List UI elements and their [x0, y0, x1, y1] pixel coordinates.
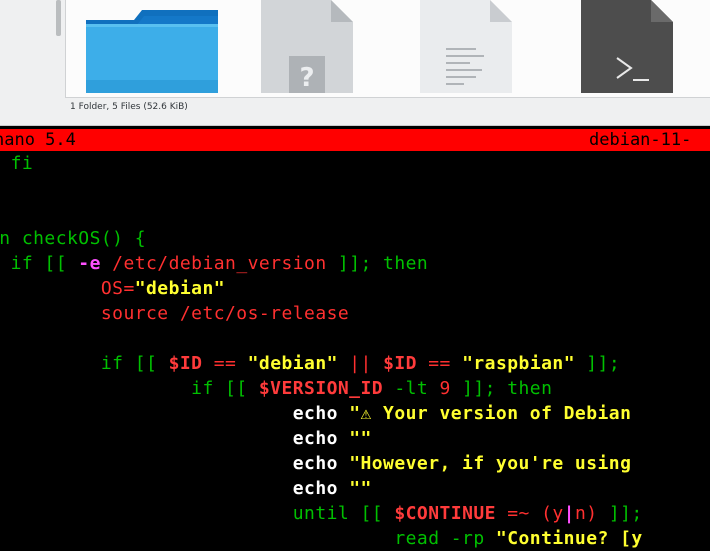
code-token: ]]; then: [450, 378, 553, 399]
code-token: OS=: [0, 278, 135, 299]
code-token: |: [563, 503, 575, 524]
code-line: source /etc/os-release: [0, 301, 349, 326]
code-token: if [[: [0, 353, 169, 374]
file-item[interactable]: [581, 0, 673, 93]
code-token: $ID: [383, 353, 417, 374]
code-token: source /etc/os-release: [0, 303, 350, 324]
code-token: "debian": [134, 278, 226, 299]
code-token: on checkOS() {: [0, 228, 147, 249]
code-token: ]];: [608, 503, 643, 524]
svg-text:?: ?: [299, 63, 314, 93]
status-bar-text: 1 Folder, 5 Files (52.6 KiB): [70, 102, 188, 112]
code-token: "However, if you're using: [337, 453, 632, 474]
code-token: /etc/debian_version: [100, 253, 338, 274]
code-token: ==: [416, 353, 463, 374]
code-token: "": [337, 478, 372, 499]
file-manager-window: ? 1 Folder, 5 Files (52.6 KiB): [0, 0, 710, 126]
code-token: ==: [202, 353, 248, 374]
code-token: echo: [292, 403, 338, 424]
code-token: echo: [292, 428, 338, 449]
code-token: $ID: [168, 353, 203, 374]
nano-version: nano 5.4: [0, 130, 76, 150]
code-token: ]]; then: [337, 253, 429, 274]
code-token: $CONTINUE: [394, 503, 496, 524]
code-line: echo "": [0, 426, 372, 451]
folder-item[interactable]: [86, 0, 218, 93]
code-token: echo: [292, 478, 338, 499]
terminal-script-icon: [581, 0, 673, 93]
code-token: 9: [439, 378, 451, 399]
code-line: if [[ -e /etc/debian_version ]]; then: [0, 251, 428, 276]
file-item[interactable]: ?: [261, 0, 353, 93]
code-token: "debian": [247, 353, 338, 374]
code-token: if [[: [0, 378, 259, 399]
code-token: "Continue? [y: [495, 528, 643, 549]
code-line: OS="debian": [0, 276, 225, 301]
code-token: read -rp: [0, 528, 496, 549]
terminal-nano-editor[interactable]: nano 5.4 debian-11- fi on checkOS() { if …: [0, 129, 710, 549]
code-token: fi: [10, 153, 34, 174]
code-token: until [[: [0, 503, 395, 524]
unknown-file-icon: ?: [261, 0, 353, 93]
code-token: "⚠ Your version of Debian: [337, 403, 632, 424]
scrollbar-handle[interactable]: [56, 0, 61, 36]
code-token: "": [337, 428, 372, 449]
code-token: -lt: [383, 378, 440, 399]
code-line: fi: [0, 151, 33, 176]
folder-icon: [86, 0, 218, 93]
file-item[interactable]: [420, 0, 512, 93]
code-token: "raspbian": [462, 353, 575, 374]
code-line: echo "⚠ Your version of Debian: [0, 401, 631, 426]
code-token: if [[: [10, 253, 68, 274]
code-token: ]];: [574, 353, 621, 374]
text-file-icon: [420, 0, 512, 93]
code-line: echo "However, if you're using: [0, 451, 631, 476]
code-line: echo "": [0, 476, 372, 501]
code-line: on checkOS() {: [0, 226, 146, 251]
code-token: echo: [292, 453, 338, 474]
code-token: =~ (y: [495, 503, 564, 524]
nano-title-bar: nano 5.4 debian-11-: [0, 129, 710, 151]
code-token: n): [574, 503, 609, 524]
code-token: $VERSION_ID: [258, 378, 384, 399]
code-token: ||: [337, 353, 384, 374]
code-line: read -rp "Continue? [y: [0, 526, 643, 551]
code-token: -e: [78, 253, 101, 274]
code-line: if [[ $ID == "debian" || $ID == "raspbia…: [0, 351, 620, 376]
code-line: until [[ $CONTINUE =~ (y|n) ]];: [0, 501, 643, 526]
file-name: debian-11-: [589, 130, 692, 150]
code-line: if [[ $VERSION_ID -lt 9 ]]; then: [0, 376, 552, 401]
file-icon-view: ?: [65, 0, 710, 98]
